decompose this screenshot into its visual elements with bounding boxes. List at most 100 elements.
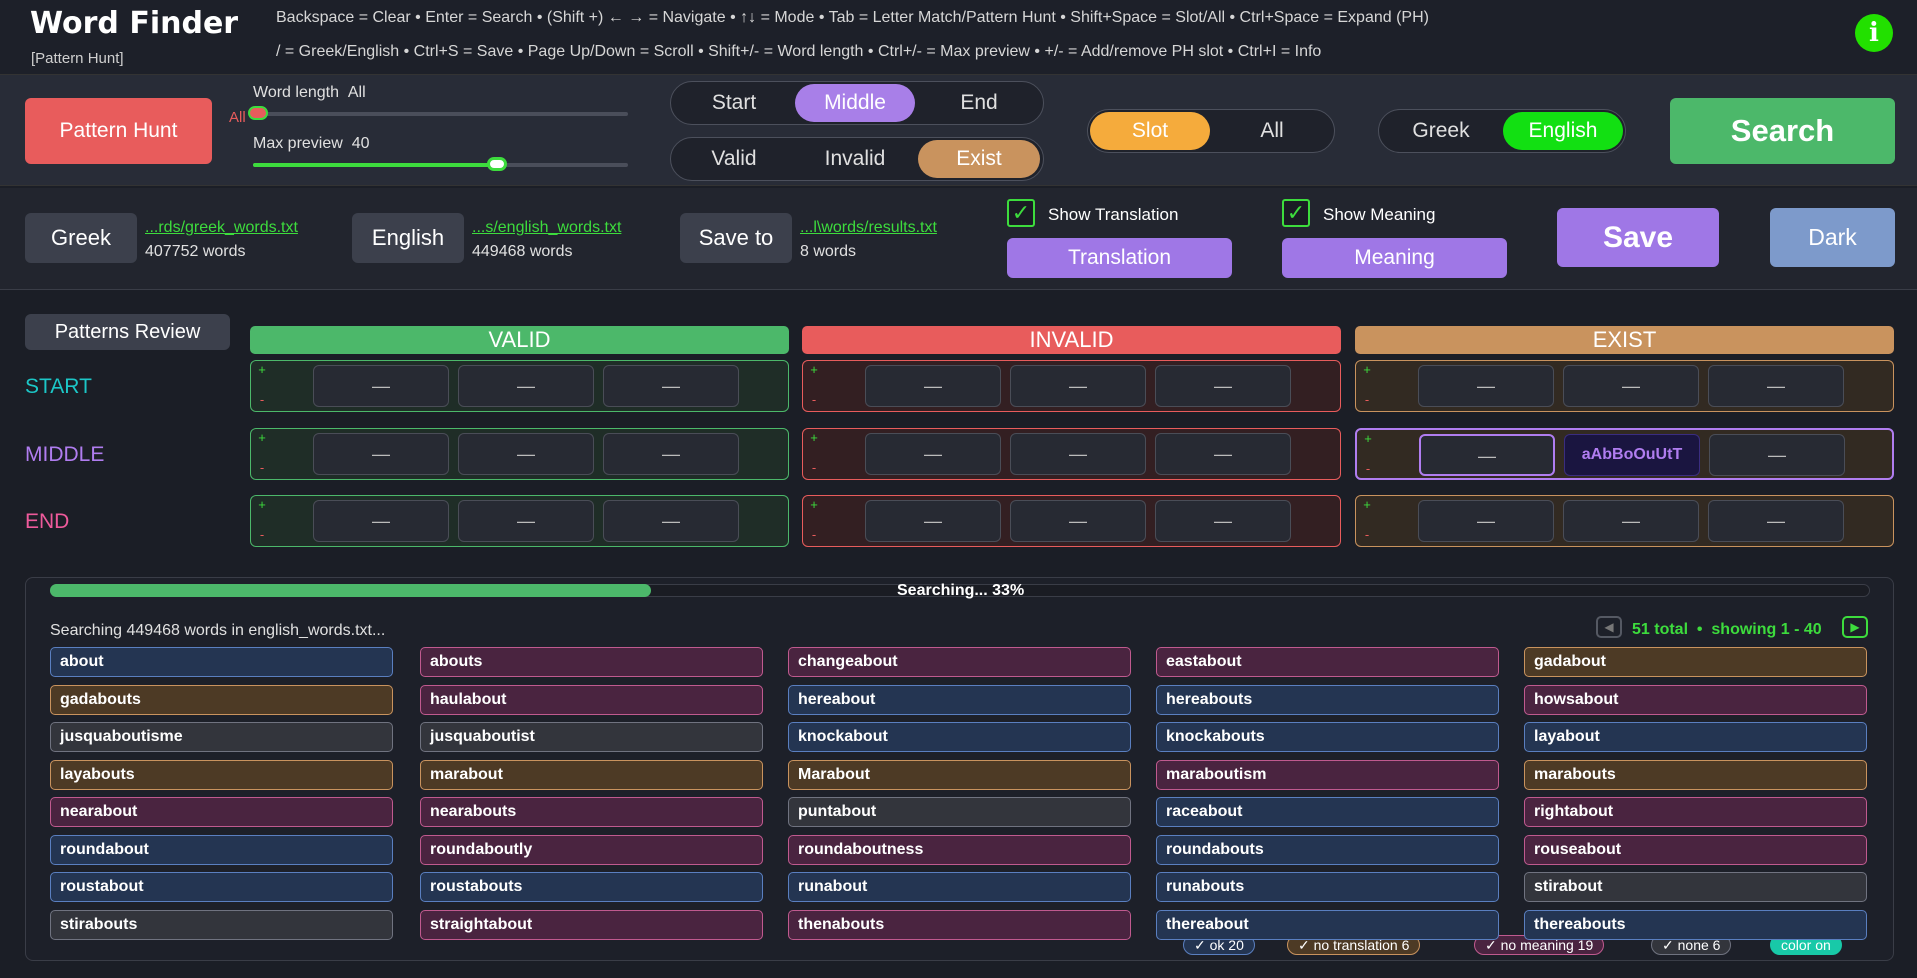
save-to-button[interactable]: Save to: [680, 213, 792, 263]
dark-mode-button[interactable]: Dark: [1770, 208, 1895, 267]
result-word-chip[interactable]: maraboutism: [1156, 759, 1499, 790]
save-file-path-link[interactable]: ...l\words/results.txt: [800, 219, 937, 237]
validity-valid-option[interactable]: Valid: [674, 140, 794, 178]
add-slot-icon[interactable]: +: [806, 498, 822, 512]
remove-slot-icon[interactable]: -: [254, 528, 270, 542]
pattern-slot-input[interactable]: —: [313, 500, 449, 542]
pattern-slot-input[interactable]: —: [603, 365, 739, 407]
language-greek-option[interactable]: Greek: [1381, 112, 1501, 150]
position-middle-option[interactable]: Middle: [795, 84, 915, 122]
previous-page-button[interactable]: ◀: [1596, 616, 1622, 638]
result-word-chip[interactable]: layabouts: [50, 759, 393, 790]
pattern-slot-input[interactable]: —: [865, 365, 1001, 407]
add-slot-icon[interactable]: +: [254, 498, 270, 512]
result-word-chip[interactable]: Marabout: [788, 759, 1131, 790]
scope-all-option[interactable]: All: [1212, 112, 1332, 150]
pattern-slot-input[interactable]: —: [1708, 365, 1844, 407]
result-word-chip[interactable]: nearabout: [50, 797, 393, 827]
result-word-chip[interactable]: thenabouts: [788, 909, 1131, 940]
pattern-slot-input[interactable]: —: [458, 500, 594, 542]
remove-slot-icon[interactable]: -: [254, 393, 270, 407]
remove-slot-icon[interactable]: -: [1359, 528, 1375, 542]
result-word-chip[interactable]: roustabouts: [420, 872, 763, 902]
save-button[interactable]: Save: [1557, 208, 1719, 267]
show-translation-checkbox[interactable]: ✓: [1007, 199, 1035, 227]
remove-slot-icon[interactable]: -: [806, 461, 822, 475]
pattern-slot-input[interactable]: —: [603, 500, 739, 542]
result-word-chip[interactable]: straightabout: [420, 909, 763, 940]
result-word-chip[interactable]: thereabouts: [1524, 909, 1867, 940]
result-word-chip[interactable]: rightabout: [1524, 797, 1867, 827]
pattern-slot-input[interactable]: —: [1563, 365, 1699, 407]
pattern-slot-input[interactable]: —: [1155, 365, 1291, 407]
scope-slot-option[interactable]: Slot: [1090, 112, 1210, 150]
pattern-slot-input[interactable]: —: [1708, 500, 1844, 542]
search-button[interactable]: Search: [1670, 98, 1895, 164]
meaning-button[interactable]: Meaning: [1282, 238, 1507, 278]
word-length-slider-knob[interactable]: [248, 106, 268, 120]
validity-invalid-option[interactable]: Invalid: [795, 140, 915, 178]
show-meaning-checkbox[interactable]: ✓: [1282, 199, 1310, 227]
add-slot-icon[interactable]: +: [1359, 498, 1375, 512]
patterns-review-button[interactable]: Patterns Review: [25, 314, 230, 350]
pattern-slot-input[interactable]: —: [1010, 433, 1146, 475]
pattern-slot-input[interactable]: —: [458, 365, 594, 407]
result-word-chip[interactable]: roundaboutness: [788, 834, 1131, 865]
result-word-chip[interactable]: hereabouts: [1156, 684, 1499, 715]
result-word-chip[interactable]: jusquaboutist: [420, 722, 763, 752]
remove-slot-icon[interactable]: -: [1359, 393, 1375, 407]
result-word-chip[interactable]: knockabouts: [1156, 722, 1499, 752]
validity-exist-option[interactable]: Exist: [918, 140, 1040, 178]
max-preview-slider-knob[interactable]: [487, 157, 507, 171]
next-page-button[interactable]: ▶: [1842, 616, 1868, 638]
greek-file-button[interactable]: Greek: [25, 213, 137, 263]
pattern-slot-input[interactable]: —: [865, 500, 1001, 542]
result-word-chip[interactable]: stirabouts: [50, 909, 393, 940]
result-word-chip[interactable]: stirabout: [1524, 872, 1867, 902]
result-word-chip[interactable]: changeabout: [788, 647, 1131, 677]
pattern-slot-input[interactable]: —: [1563, 500, 1699, 542]
pattern-slot-input[interactable]: —: [603, 433, 739, 475]
result-word-chip[interactable]: howsabout: [1524, 684, 1867, 715]
add-slot-icon[interactable]: +: [254, 431, 270, 445]
result-word-chip[interactable]: eastabout: [1156, 647, 1499, 677]
result-word-chip[interactable]: roundabout: [50, 834, 393, 865]
pattern-hunt-button[interactable]: Pattern Hunt: [25, 98, 212, 164]
position-end-option[interactable]: End: [918, 84, 1040, 122]
result-word-chip[interactable]: abouts: [420, 647, 763, 677]
remove-slot-icon[interactable]: -: [806, 528, 822, 542]
result-word-chip[interactable]: marabout: [420, 759, 763, 790]
add-slot-icon[interactable]: +: [254, 363, 270, 377]
result-word-chip[interactable]: thereabout: [1156, 909, 1499, 940]
result-word-chip[interactable]: nearabouts: [420, 797, 763, 827]
pattern-slot-input[interactable]: —: [458, 433, 594, 475]
result-word-chip[interactable]: rouseabout: [1524, 834, 1867, 865]
pattern-slot-input[interactable]: —: [1418, 365, 1554, 407]
pattern-slot-input[interactable]: —: [313, 365, 449, 407]
result-word-chip[interactable]: puntabout: [788, 797, 1131, 827]
pattern-slot-input[interactable]: —: [1010, 500, 1146, 542]
result-word-chip[interactable]: gadabouts: [50, 684, 393, 715]
pattern-slot-input[interactable]: —: [1155, 433, 1291, 475]
greek-file-path-link[interactable]: ...rds/greek_words.txt: [145, 219, 298, 237]
result-word-chip[interactable]: haulabout: [420, 684, 763, 715]
position-start-option[interactable]: Start: [674, 84, 794, 122]
result-word-chip[interactable]: roundaboutly: [420, 834, 763, 865]
result-word-chip[interactable]: jusquaboutisme: [50, 722, 393, 752]
pattern-slot-input[interactable]: —: [1010, 365, 1146, 407]
add-slot-icon[interactable]: +: [806, 431, 822, 445]
result-word-chip[interactable]: raceabout: [1156, 797, 1499, 827]
result-word-chip[interactable]: layabout: [1524, 722, 1867, 752]
pattern-slot-input[interactable]: —: [865, 433, 1001, 475]
english-file-path-link[interactable]: ...s/english_words.txt: [472, 219, 621, 237]
pattern-slot-input[interactable]: —: [1418, 500, 1554, 542]
result-word-chip[interactable]: about: [50, 647, 393, 677]
add-slot-icon[interactable]: +: [806, 363, 822, 377]
result-word-chip[interactable]: gadabout: [1524, 647, 1867, 677]
result-word-chip[interactable]: runabouts: [1156, 872, 1499, 902]
result-word-chip[interactable]: marabouts: [1524, 759, 1867, 790]
word-length-slider[interactable]: [253, 112, 628, 116]
remove-slot-icon[interactable]: -: [806, 393, 822, 407]
pattern-slot-input[interactable]: —: [313, 433, 449, 475]
language-english-option[interactable]: English: [1503, 112, 1623, 150]
